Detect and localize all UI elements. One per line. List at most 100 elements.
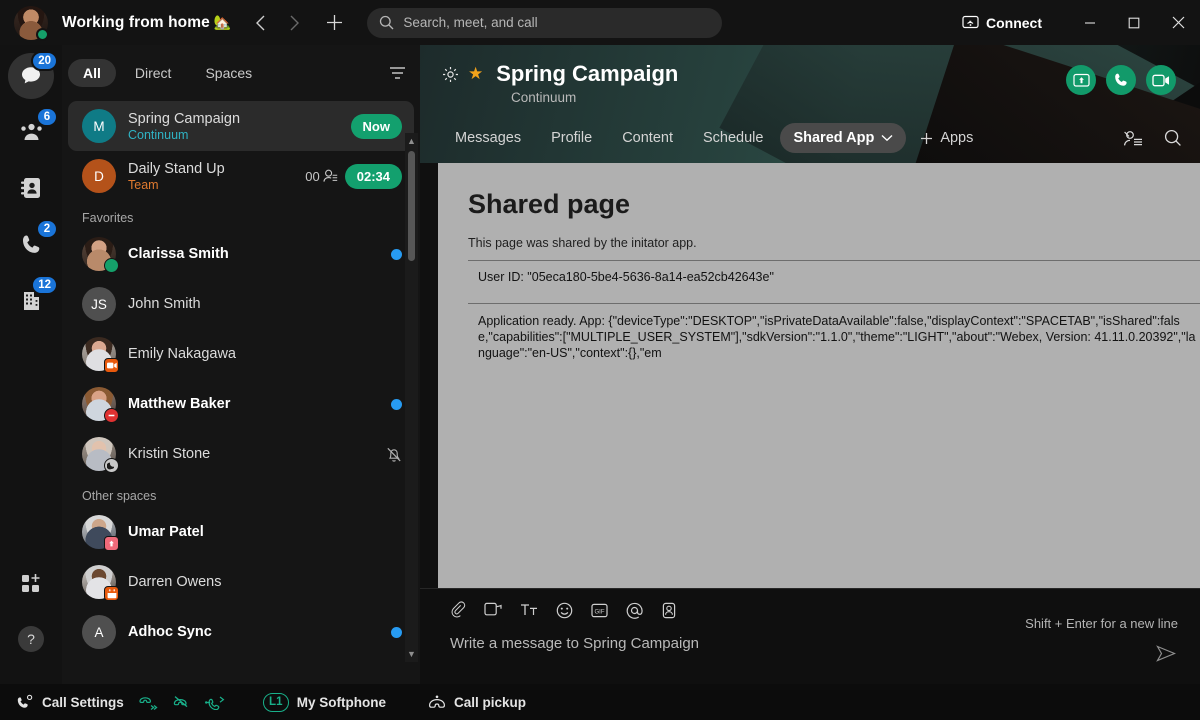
gif-icon[interactable]: GIF [591,603,608,618]
shared-app-iframe[interactable]: Shared page This page was shared by the … [438,163,1200,588]
chevron-down-icon [881,134,893,142]
emoji-icon[interactable] [556,602,573,619]
forward-icon[interactable] [279,8,309,38]
send-arrow-icon[interactable] [1156,645,1176,662]
do-not-disturb-badge-icon [104,408,119,423]
rail-item-contacts[interactable] [8,165,54,211]
list-item-kristin-stone[interactable]: Kristin Stone [68,429,414,479]
add-apps-label: Apps [940,130,974,146]
conversation-text: Emily Nakagawa [128,346,402,362]
call-forward-icon[interactable] [138,695,158,710]
close-button[interactable] [1156,0,1200,45]
share-screen-button[interactable] [1066,65,1096,95]
notifications-muted-icon [386,446,402,463]
space-tabs: Messages Profile Content Schedule Shared… [442,123,1182,153]
telephony-icon-group [138,695,225,710]
filter-spaces[interactable]: Spaces [190,59,267,87]
scroll-up-arrow-icon[interactable]: ▲ [407,133,416,149]
avatar [82,515,119,551]
maximize-button[interactable] [1112,0,1156,45]
user-avatar[interactable] [14,5,49,41]
participant-icon [323,169,338,183]
search-icon[interactable] [1164,129,1182,147]
conversation-subtitle: Continuum [128,127,189,142]
space-tab-right-icons [1123,129,1182,147]
calendar-busy-badge-icon [104,586,119,601]
unread-dot [391,398,402,410]
conversation-title: Clarissa Smith [128,246,229,262]
sticker-person-icon[interactable] [661,602,677,619]
svg-text:GIF: GIF [595,609,605,615]
filter-direct[interactable]: Direct [120,59,187,87]
tab-profile[interactable]: Profile [538,123,605,153]
call-transfer-icon[interactable] [204,695,225,710]
message-input[interactable]: Write a message to Spring Campaign [450,635,1182,652]
text-format-icon[interactable] [520,602,538,618]
scrollbar-track[interactable] [405,149,418,646]
search-input[interactable]: Search, meet, and call [367,7,723,38]
user-status[interactable]: Working from home 🏡 [62,14,231,32]
rail-item-workspaces[interactable]: 12 [8,275,58,323]
do-not-disturb-call-icon[interactable] [172,695,191,709]
attachment-icon[interactable] [450,601,466,619]
shared-page-user-id: User ID: "05eca180-5be4-5636-8a14-ea52cb… [478,270,774,284]
workspaces-badge: 12 [31,275,58,295]
audio-call-button[interactable] [1106,65,1136,95]
rail-item-teams[interactable]: 6 [8,107,58,155]
people-list-icon[interactable] [1123,130,1144,147]
tab-shared-app-label: Shared App [793,130,875,146]
search-icon [379,15,394,30]
participant-count: 00 [305,169,337,184]
softphone-selector[interactable]: L1 My Softphone [262,692,386,712]
rail-item-apps[interactable] [8,560,54,606]
minimize-button[interactable] [1068,0,1112,45]
video-call-button[interactable] [1146,65,1176,95]
conversation-scroll-area[interactable]: M Spring Campaign Continuum Now D Daily … [62,101,420,684]
back-icon[interactable] [245,8,275,38]
tab-shared-app[interactable]: Shared App [780,123,907,153]
star-icon[interactable]: ★ [468,64,483,84]
tab-schedule[interactable]: Schedule [690,123,776,153]
conversation-text: Adhoc Sync [128,624,379,640]
filter-lines-icon[interactable] [389,66,406,80]
list-item-emily-nakagawa[interactable]: Emily Nakagawa [68,329,414,379]
composer-hint: Shift + Enter for a new line [1025,616,1178,631]
unread-dot [391,626,402,638]
rail-bottom-group: ? [8,560,54,684]
conversation-text: Spring Campaign Continuum [128,111,339,142]
list-scrollbar[interactable]: ▲ ▼ [405,133,418,662]
new-item-plus-icon[interactable] [319,8,349,38]
call-settings-button[interactable]: Call Settings [16,694,124,711]
filter-all[interactable]: All [68,59,116,87]
avatar [82,237,119,273]
list-item-matthew-baker[interactable]: Matthew Baker [68,379,414,429]
list-item-umar-patel[interactable]: Umar Patel [68,507,414,557]
connect-button[interactable]: Connect [952,8,1052,38]
shared-page-heading: Shared page [468,189,631,219]
conversation-item-daily-stand-up[interactable]: D Daily Stand Up Team 00 02:34 [68,151,414,201]
scrollbar-thumb[interactable] [408,151,415,261]
screen-share-icon[interactable] [484,602,502,618]
call-pickup-button[interactable]: Call pickup [428,695,526,710]
presenting-badge-icon [104,536,119,551]
add-apps-button[interactable]: Apps [920,130,973,146]
tab-content[interactable]: Content [609,123,686,153]
tab-messages[interactable]: Messages [442,123,534,153]
list-item-darren-owens[interactable]: Darren Owens [68,557,414,607]
conversation-item-spring-campaign[interactable]: M Spring Campaign Continuum Now [68,101,414,151]
app-body: 20 6 2 12 ? All Direct Spaces M Spring C… [0,45,1200,684]
navigation-rail: 20 6 2 12 ? [0,45,62,684]
rail-item-messaging[interactable]: 20 [8,51,58,99]
list-item-adhoc-sync[interactable]: A Adhoc Sync [68,607,414,657]
list-item-clarissa-smith[interactable]: Clarissa Smith [68,229,414,279]
space-main-panel: ★ Spring Campaign Continuum Messages Pro… [420,45,1200,684]
scroll-down-arrow-icon[interactable]: ▼ [407,646,416,662]
space-header: ★ Spring Campaign Continuum Messages Pro… [420,45,1200,163]
mention-icon[interactable] [626,602,643,619]
list-item-john-smith[interactable]: JS John Smith [68,279,414,329]
rail-item-help[interactable]: ? [8,616,54,662]
gear-icon[interactable] [442,66,459,83]
conversation-text: Matthew Baker [128,396,379,412]
rail-item-calling[interactable]: 2 [8,219,58,267]
calling-badge: 2 [36,219,58,239]
